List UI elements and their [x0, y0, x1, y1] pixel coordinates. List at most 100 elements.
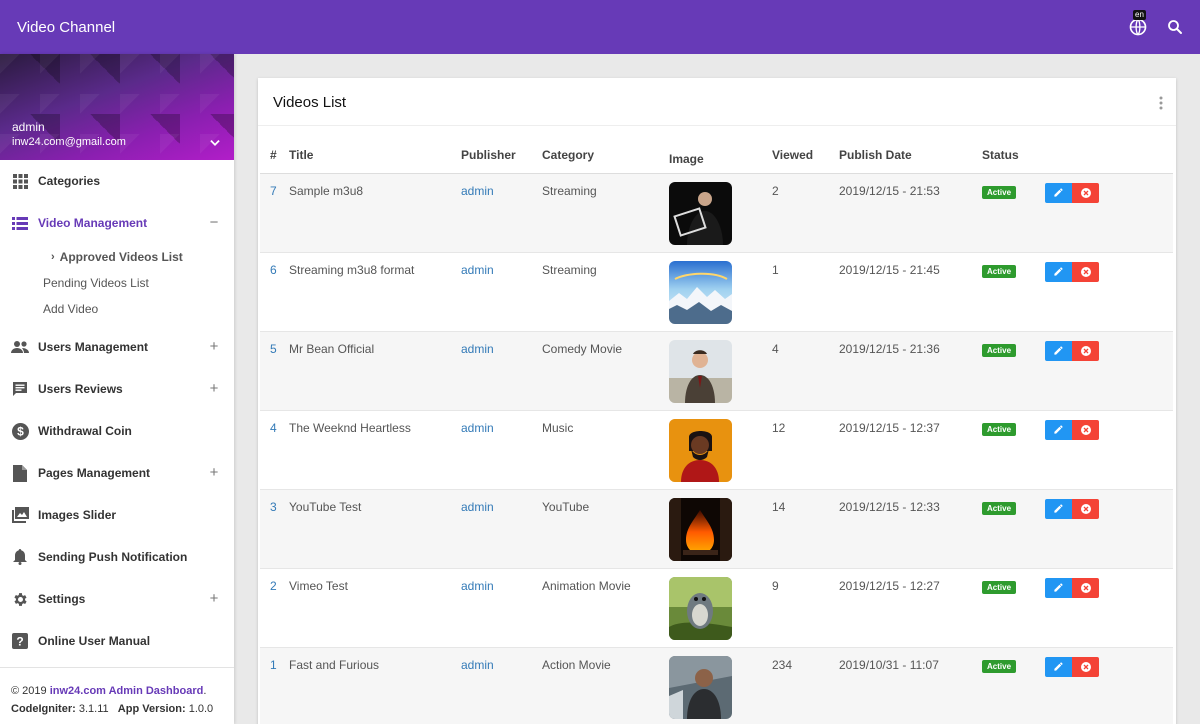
row-publisher-link[interactable]: admin	[461, 410, 542, 490]
expand-toggle[interactable]: +	[208, 338, 220, 355]
row-publisher-link[interactable]: admin	[461, 568, 542, 648]
delete-button[interactable]	[1072, 656, 1099, 677]
delete-button[interactable]	[1072, 419, 1099, 440]
row-publisher-link[interactable]: admin	[461, 489, 542, 569]
delete-button[interactable]	[1072, 182, 1099, 203]
sidebar-item-settings[interactable]: Settings +	[0, 578, 234, 620]
row-id-link[interactable]: 1	[260, 647, 289, 724]
row-publisher-link[interactable]: admin	[461, 252, 542, 332]
edit-button[interactable]	[1045, 340, 1072, 361]
column-header	[1045, 138, 1173, 174]
sidebar-item-withdrawal-coin[interactable]: $ Withdrawal Coin	[0, 410, 234, 452]
video-thumbnail	[669, 497, 732, 561]
expand-toggle[interactable]: +	[208, 590, 220, 607]
table-row: 6 Streaming m3u8 format admin Streaming 1 201…	[260, 252, 1173, 332]
edit-button[interactable]	[1045, 498, 1072, 519]
status-badge: Active	[982, 343, 1017, 357]
row-status-cell: Active	[982, 647, 1045, 724]
row-id-link[interactable]: 3	[260, 489, 289, 569]
row-publish-date: 2019/12/15 - 21:53	[839, 173, 982, 253]
column-header[interactable]: Publish Date	[839, 138, 982, 174]
sidebar-item-push-notification[interactable]: Sending Push Notification	[0, 536, 234, 578]
videos-table: # Title Publisher Category Image Viewed …	[260, 138, 1173, 724]
row-publish-date: 2019/12/15 - 12:37	[839, 410, 982, 490]
svg-text:$: $	[17, 424, 24, 438]
sidebar-item-users-management[interactable]: Users Management +	[0, 326, 234, 368]
row-id-link[interactable]: 4	[260, 410, 289, 490]
sidebar-item-images-slider[interactable]: Images Slider	[0, 494, 234, 536]
language-button[interactable]: en	[1128, 10, 1148, 37]
video-thumbnail	[669, 655, 732, 719]
status-badge: Active	[982, 264, 1017, 278]
sidebar-subitem-label: Add Video	[43, 302, 99, 316]
sidebar-item-label: Images Slider	[38, 508, 117, 522]
collapse-toggle[interactable]: −	[208, 214, 220, 231]
status-badge: Active	[982, 659, 1017, 673]
column-header[interactable]: #	[260, 138, 289, 174]
row-publisher-link[interactable]: admin	[461, 331, 542, 411]
row-id-link[interactable]: 2	[260, 568, 289, 648]
table-header-row: # Title Publisher Category Image Viewed …	[260, 138, 1173, 174]
sidebar-item-video-management[interactable]: Video Management −	[0, 202, 234, 244]
expand-toggle[interactable]: +	[208, 380, 220, 397]
row-actions	[1045, 410, 1173, 490]
pencil-icon	[1054, 662, 1063, 671]
card-title: Videos List	[273, 94, 347, 111]
row-title: Fast and Furious	[289, 647, 461, 724]
user-menu-toggle[interactable]	[208, 136, 222, 150]
sidebar-item-label: Categories	[38, 174, 101, 188]
sidebar-item-users-reviews[interactable]: Users Reviews +	[0, 368, 234, 410]
row-title: The Weeknd Heartless	[289, 410, 461, 490]
row-viewed: 1	[772, 252, 839, 332]
expand-toggle[interactable]: +	[208, 464, 220, 481]
sidebar-subitem-add-video[interactable]: Add Video	[0, 296, 234, 322]
search-button[interactable]	[1166, 18, 1184, 36]
table-row: 4 The Weeknd Heartless admin Music 12 2019/12…	[260, 410, 1173, 490]
delete-button[interactable]	[1072, 261, 1099, 282]
column-header[interactable]: Title	[289, 138, 461, 174]
row-actions	[1045, 331, 1173, 411]
row-title: YouTube Test	[289, 489, 461, 569]
column-header[interactable]: Status	[982, 138, 1045, 174]
edit-button[interactable]	[1045, 577, 1072, 598]
sidebar-item-label: Pages Management	[38, 466, 151, 480]
row-id-link[interactable]: 5	[260, 331, 289, 411]
delete-button[interactable]	[1072, 340, 1099, 361]
row-status-cell: Active	[982, 489, 1045, 569]
row-publish-date: 2019/12/15 - 21:45	[839, 252, 982, 332]
app-title[interactable]: Video Channel	[17, 19, 115, 36]
sidebar-item-user-manual[interactable]: ? Online User Manual	[0, 620, 234, 662]
edit-button[interactable]	[1045, 261, 1072, 282]
row-status-cell: Active	[982, 173, 1045, 253]
ci-label: CodeIgniter:	[11, 703, 76, 715]
table-row: 5 Mr Bean Official admin Comedy Movie 4 2019/…	[260, 331, 1173, 411]
card-options-button[interactable]	[1158, 96, 1164, 110]
column-header[interactable]: Viewed	[772, 138, 839, 174]
row-publisher-link[interactable]: admin	[461, 173, 542, 253]
row-status-cell: Active	[982, 568, 1045, 648]
pencil-icon	[1054, 267, 1063, 276]
row-image-cell	[669, 252, 772, 332]
row-image-cell	[669, 489, 772, 569]
sidebar-item-categories[interactable]: Categories	[0, 160, 234, 202]
sidebar-subitem-approved-videos[interactable]: › Approved Videos List	[0, 244, 234, 270]
sidebar-item-label: Online User Manual	[38, 634, 151, 648]
pencil-icon	[1054, 188, 1063, 197]
column-header[interactable]: Category	[542, 138, 669, 174]
row-id-link[interactable]: 6	[260, 252, 289, 332]
sidebar-subitem-pending-videos[interactable]: Pending Videos List	[0, 270, 234, 296]
dashboard-link[interactable]: inw24.com Admin Dashboard	[50, 685, 204, 697]
sidebar-subitem-label: Pending Videos List	[43, 276, 149, 290]
edit-button[interactable]	[1045, 419, 1072, 440]
sidebar-item-pages-management[interactable]: Pages Management +	[0, 452, 234, 494]
edit-button[interactable]	[1045, 182, 1072, 203]
column-header[interactable]: Publisher	[461, 138, 542, 174]
sidebar-footer: © 2019 inw24.com Admin Dashboard. CodeIg…	[0, 667, 234, 724]
delete-button[interactable]	[1072, 498, 1099, 519]
row-id-link[interactable]: 7	[260, 173, 289, 253]
edit-button[interactable]	[1045, 656, 1072, 677]
row-publisher-link[interactable]: admin	[461, 647, 542, 724]
sidebar-item-label: Users Reviews	[38, 382, 123, 396]
delete-button[interactable]	[1072, 577, 1099, 598]
row-publish-date: 2019/12/15 - 12:33	[839, 489, 982, 569]
